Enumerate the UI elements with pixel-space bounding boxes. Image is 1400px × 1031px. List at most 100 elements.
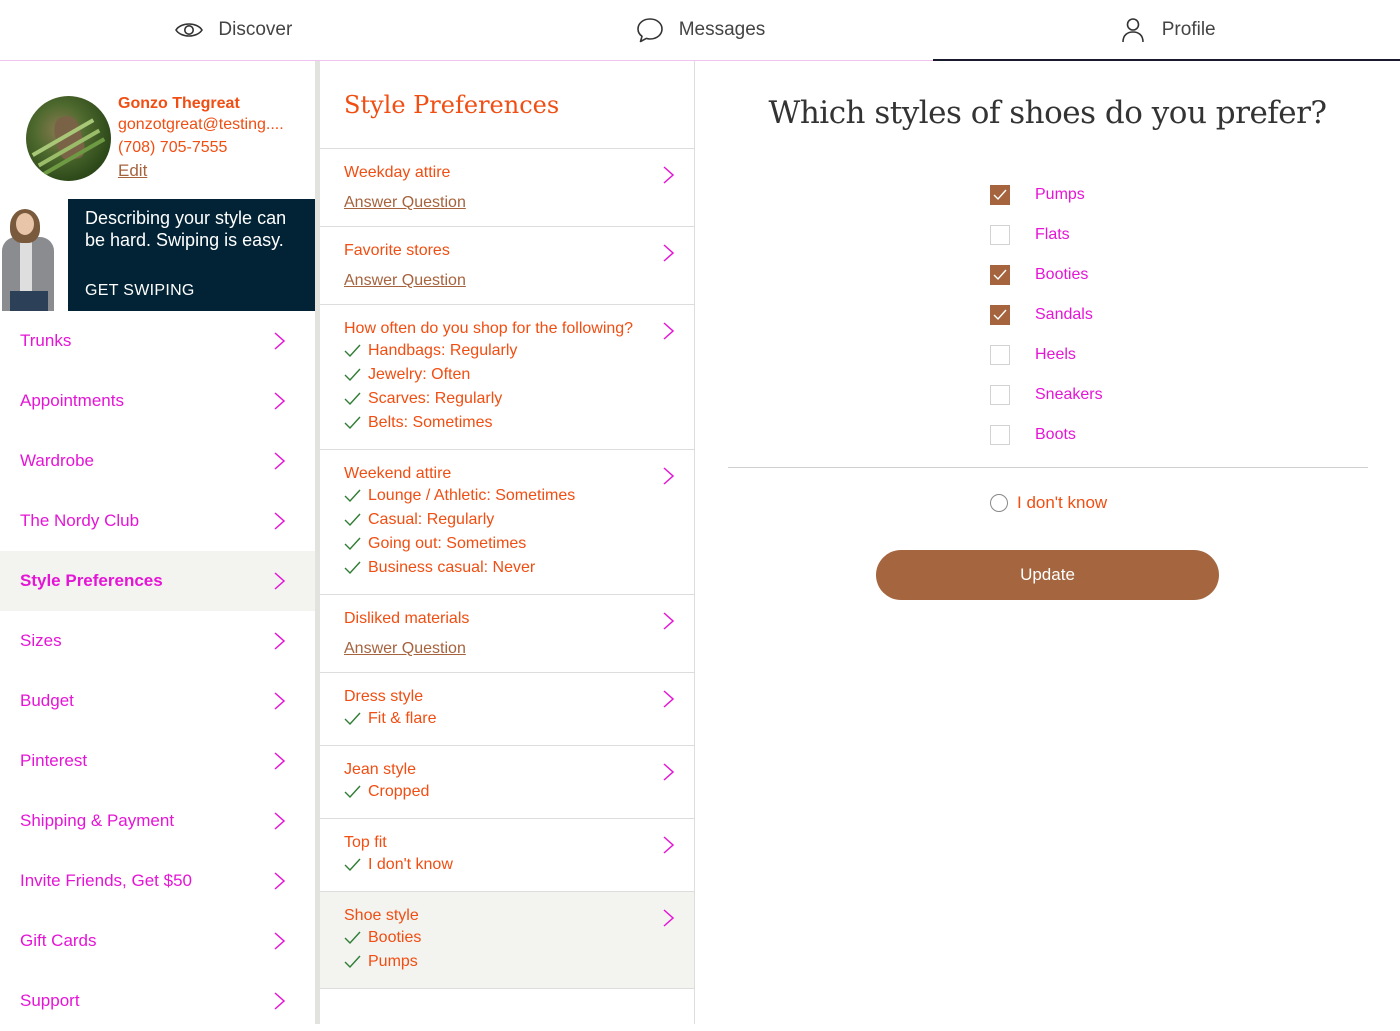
option-boots[interactable]: Boots xyxy=(990,415,1103,455)
answer-text: Going out: Sometimes xyxy=(368,535,527,552)
chevron-right-icon xyxy=(274,572,286,590)
promo-model-image xyxy=(0,199,68,311)
sidebar-item-trunks[interactable]: Trunks xyxy=(0,311,315,371)
answer-text: Jewelry: Often xyxy=(368,366,471,383)
sidebar-item-pinterest[interactable]: Pinterest xyxy=(0,731,315,791)
question-weekend-attire[interactable]: Weekend attire Lounge / Athletic: Someti… xyxy=(320,450,694,595)
answer-item: Cropped xyxy=(344,780,670,804)
checkmark-icon xyxy=(993,269,1007,281)
i-dont-know-option[interactable]: I don't know xyxy=(990,493,1107,513)
answer-text: Booties xyxy=(368,929,422,946)
sidebar-item-appointments[interactable]: Appointments xyxy=(0,371,315,431)
sidebar-item-label: Gift Cards xyxy=(20,931,97,950)
checkmark-icon xyxy=(344,561,361,575)
checkmark-icon xyxy=(344,416,361,430)
answer-question-link[interactable]: Answer Question xyxy=(344,194,670,212)
checkmark-icon xyxy=(344,858,361,872)
checkmark-icon xyxy=(344,368,361,382)
checkbox[interactable] xyxy=(990,305,1010,325)
checkmark-icon xyxy=(344,392,361,406)
checkbox[interactable] xyxy=(990,265,1010,285)
checkbox[interactable] xyxy=(990,345,1010,365)
answer-question-link[interactable]: Answer Question xyxy=(344,272,670,290)
checkmark-icon xyxy=(344,785,361,799)
question-dress-style[interactable]: Dress style Fit & flare xyxy=(320,673,694,746)
tab-messages[interactable]: Messages xyxy=(467,0,934,60)
option-flats[interactable]: Flats xyxy=(990,215,1103,255)
checkbox[interactable] xyxy=(990,425,1010,445)
answer-text: Fit & flare xyxy=(368,710,437,727)
question-jean-style[interactable]: Jean style Cropped xyxy=(320,746,694,819)
sidebar-item-invite-friends[interactable]: Invite Friends, Get $50 xyxy=(0,851,315,911)
sidebar-item-label: Budget xyxy=(20,691,74,710)
chevron-right-icon xyxy=(663,166,675,184)
question-favorite-stores[interactable]: Favorite stores Answer Question xyxy=(320,227,694,305)
tab-messages-label: Messages xyxy=(678,19,766,40)
checkbox[interactable] xyxy=(990,385,1010,405)
panel-question-heading: Which styles of shoes do you prefer? xyxy=(768,95,1327,131)
answer-item: Lounge / Athletic: Sometimes xyxy=(344,484,670,508)
update-button[interactable]: Update xyxy=(876,550,1219,600)
option-heels[interactable]: Heels xyxy=(990,335,1103,375)
edit-profile-link[interactable]: Edit xyxy=(118,161,147,181)
question-title: Shoe style xyxy=(344,907,419,924)
page-title: Style Preferences xyxy=(320,61,694,149)
answer-item: Jewelry: Often xyxy=(344,363,670,387)
radio-button[interactable] xyxy=(990,494,1008,512)
answer-text: Pumps xyxy=(368,953,418,970)
chevron-right-icon xyxy=(274,932,286,950)
sidebar-item-nordy-club[interactable]: The Nordy Club xyxy=(0,491,315,551)
question-title: Top fit xyxy=(344,834,387,851)
sidebar-item-label: Shipping & Payment xyxy=(20,811,175,830)
question-weekday-attire[interactable]: Weekday attire Answer Question xyxy=(320,149,694,227)
answer-text: Cropped xyxy=(368,783,430,800)
checkmark-icon xyxy=(344,712,361,726)
i-dont-know-label: I don't know xyxy=(1017,493,1108,512)
question-top-fit[interactable]: Top fit I don't know xyxy=(320,819,694,892)
option-sandals[interactable]: Sandals xyxy=(990,295,1103,335)
sidebar-item-style-preferences[interactable]: Style Preferences xyxy=(0,551,315,611)
answer-text: Business casual: Never xyxy=(368,559,536,576)
top-navigation: Discover Messages Profile xyxy=(0,0,1400,61)
swipe-promo-banner[interactable]: Describing your style can be hard. Swipi… xyxy=(0,199,315,311)
option-pumps[interactable]: Pumps xyxy=(990,175,1103,215)
checkbox[interactable] xyxy=(990,225,1010,245)
question-title: Favorite stores xyxy=(344,242,450,259)
chevron-right-icon xyxy=(274,752,286,770)
chevron-right-icon xyxy=(663,244,675,262)
sidebar-item-shipping-payment[interactable]: Shipping & Payment xyxy=(0,791,315,851)
question-shoe-style[interactable]: Shoe style Booties Pumps xyxy=(320,892,694,989)
chevron-right-icon xyxy=(274,512,286,530)
sidebar-item-label: Invite Friends, Get $50 xyxy=(20,871,192,890)
answer-text: Belts: Sometimes xyxy=(368,414,493,431)
sidebar-item-support[interactable]: Support xyxy=(0,971,315,1031)
option-sneakers[interactable]: Sneakers xyxy=(990,375,1103,415)
sidebar-item-wardrobe[interactable]: Wardrobe xyxy=(0,431,315,491)
profile-phone: (708) 705-7555 xyxy=(118,139,228,156)
answer-question-link[interactable]: Answer Question xyxy=(344,640,670,658)
tab-profile[interactable]: Profile xyxy=(933,0,1400,61)
sidebar-item-label: Style Preferences xyxy=(20,571,163,590)
option-label: Sneakers xyxy=(1035,386,1103,403)
chevron-right-icon xyxy=(663,322,675,340)
checkbox[interactable] xyxy=(990,185,1010,205)
sidebar-item-budget[interactable]: Budget xyxy=(0,671,315,731)
get-swiping-link[interactable]: GET SWIPING xyxy=(85,282,195,300)
question-disliked-materials[interactable]: Disliked materials Answer Question xyxy=(320,595,694,673)
sidebar-item-gift-cards[interactable]: Gift Cards xyxy=(0,911,315,971)
tab-discover[interactable]: Discover xyxy=(0,0,467,60)
option-booties[interactable]: Booties xyxy=(990,255,1103,295)
sidebar-item-label: Trunks xyxy=(20,331,72,350)
shoe-options-list: Pumps Flats Booties Sandals Heels Sneake… xyxy=(990,175,1103,455)
sidebar-item-label: The Nordy Club xyxy=(20,511,140,530)
checkmark-icon xyxy=(344,344,361,358)
question-shopping-frequency[interactable]: How often do you shop for the following?… xyxy=(320,305,694,450)
sidebar-item-label: Pinterest xyxy=(20,751,88,770)
sidebar-item-sizes[interactable]: Sizes xyxy=(0,611,315,671)
checkmark-icon xyxy=(344,489,361,503)
answer-text: Handbags: Regularly xyxy=(368,342,518,359)
answer-item: Casual: Regularly xyxy=(344,508,670,532)
option-label: Flats xyxy=(1035,226,1070,243)
question-title: Dress style xyxy=(344,688,424,705)
chevron-right-icon xyxy=(274,332,286,350)
